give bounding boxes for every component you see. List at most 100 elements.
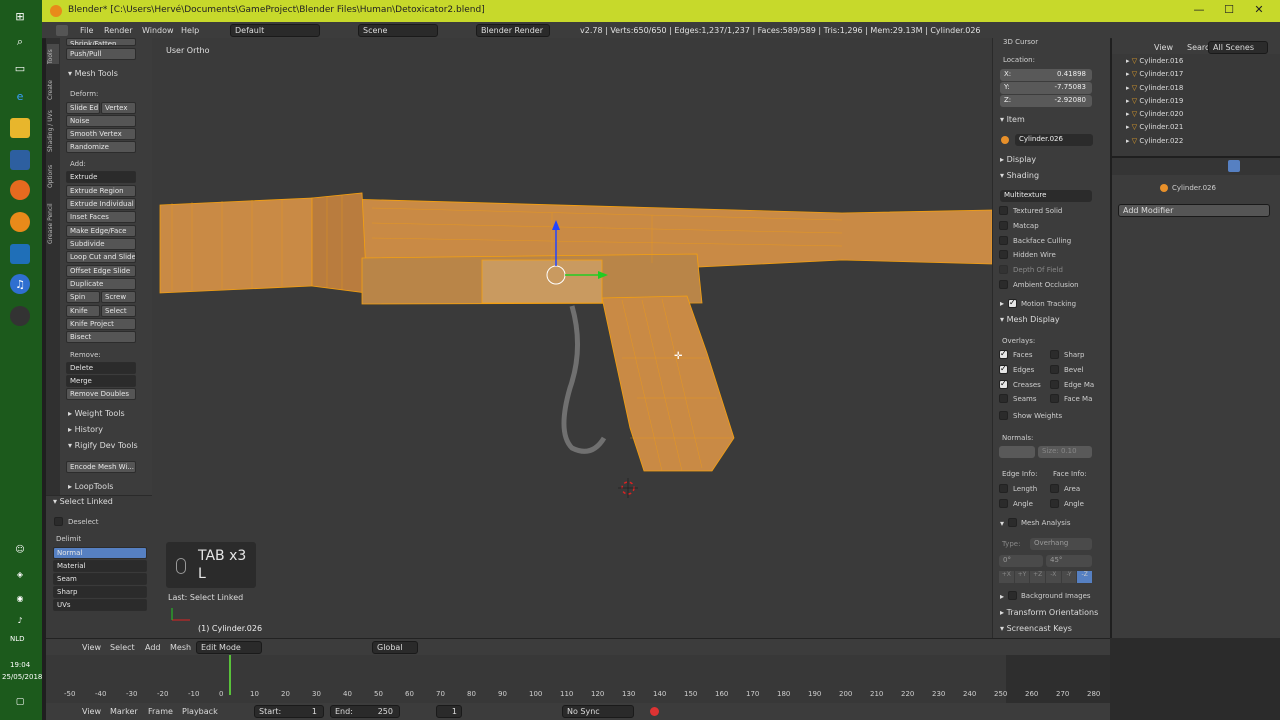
bisect-button[interactable]: Bisect	[66, 331, 136, 343]
hidden-wire-checkbox[interactable]	[999, 250, 1008, 259]
make-edge-face-button[interactable]: Make Edge/Face	[66, 225, 136, 237]
minimize-button[interactable]: —	[1184, 3, 1214, 19]
mesh-tools-header[interactable]: ▾ Mesh Tools	[68, 69, 118, 78]
close-button[interactable]: ✕	[1244, 3, 1274, 19]
scene-field[interactable]: Scene	[358, 24, 438, 37]
timeline-marker-menu[interactable]: Marker	[110, 707, 138, 716]
smooth-vertex-button[interactable]: Smooth Vertex	[66, 128, 136, 140]
screw-button[interactable]: Screw	[101, 291, 136, 303]
extrude-menu[interactable]: Extrude	[66, 171, 136, 183]
axis-nz-button[interactable]: -Z	[1077, 571, 1093, 583]
gun-mesh[interactable]: ✛	[152, 38, 992, 638]
menu-render[interactable]: Render	[104, 26, 132, 35]
modifier-tab-wrench-icon[interactable]	[1228, 160, 1240, 172]
looptools-panel[interactable]: ▸ LoopTools	[68, 482, 113, 491]
offset-edge-slide-button[interactable]: Offset Edge Slide	[66, 265, 136, 277]
select-linked-header[interactable]: ▾ Select Linked	[53, 497, 113, 506]
delimit-uvs[interactable]: UVs	[53, 599, 147, 611]
edge-browser-icon[interactable]: e	[10, 86, 30, 106]
list-item[interactable]: ▸ ▽ Cylinder.022	[1126, 137, 1276, 150]
inset-faces-button[interactable]: Inset Faces	[66, 211, 136, 223]
render-engine-select[interactable]: Blender Render	[476, 24, 550, 37]
axis-ny-button[interactable]: -Y	[1061, 571, 1077, 583]
tab-shading-uvs[interactable]: Shading / UVs	[47, 104, 59, 152]
outliner-view-menu[interactable]: View	[1154, 43, 1173, 52]
background-images-header[interactable]: ▸	[1000, 592, 1004, 601]
clock-time[interactable]: 19:04	[10, 661, 30, 669]
search-icon[interactable]: ⌕	[10, 32, 30, 52]
shading-header[interactable]: ▾ Shading	[1000, 171, 1039, 180]
mesh-analysis-header[interactable]: ▾	[1000, 519, 1004, 528]
menu-file[interactable]: File	[80, 26, 93, 35]
delimit-normal[interactable]: Normal	[53, 547, 147, 559]
cursor-z-field[interactable]: Z: -2.92080	[1000, 95, 1092, 107]
mesh-menu[interactable]: Mesh	[170, 643, 191, 652]
extrude-region-button[interactable]: Extrude Region	[66, 185, 136, 197]
tab-create[interactable]: Create	[47, 70, 59, 100]
bevel-checkbox[interactable]	[1050, 365, 1059, 374]
sync-mode-select[interactable]: No Sync	[562, 705, 634, 718]
properties-tabs[interactable]	[1112, 158, 1280, 175]
randomize-button[interactable]: Randomize	[66, 141, 136, 153]
list-item[interactable]: ▸ ▽ Cylinder.019	[1126, 97, 1276, 110]
screencast-keys-header[interactable]: ▾ Screencast Keys	[1000, 624, 1072, 633]
textured-solid-checkbox[interactable]	[999, 206, 1008, 215]
rigify-dev-panel[interactable]: ▾ Rigify Dev Tools	[68, 441, 138, 450]
delimit-material[interactable]: Material	[53, 560, 147, 572]
clock-date[interactable]: 25/05/2018	[2, 673, 42, 681]
tab-tools[interactable]: Tools	[47, 44, 59, 64]
delete-menu[interactable]: Delete	[66, 362, 136, 374]
creases-checkbox[interactable]	[999, 379, 1008, 389]
3d-viewport[interactable]: User Ortho ✛ TAB x3 L Last: Select Linke…	[152, 38, 992, 638]
notification-icon[interactable]: ▢	[10, 692, 30, 712]
file-explorer-icon[interactable]	[10, 118, 30, 138]
matcap-checkbox[interactable]	[999, 221, 1008, 230]
editor-type-icon[interactable]	[56, 25, 68, 36]
backface-culling-checkbox[interactable]	[999, 236, 1008, 245]
edge-marks-checkbox[interactable]	[1050, 380, 1059, 389]
analysis-type-select[interactable]: Overhang	[1030, 538, 1092, 550]
cursor-x-field[interactable]: X: 0.41898	[1000, 69, 1092, 81]
edge-angle-checkbox[interactable]	[999, 499, 1008, 508]
face-angle-checkbox[interactable]	[1050, 499, 1059, 508]
shading-mode-select[interactable]: Multitexture	[1000, 190, 1092, 202]
knife-select-button[interactable]: Select	[101, 305, 136, 317]
extrude-individual-button[interactable]: Extrude Individual	[66, 198, 136, 210]
knife-project-button[interactable]: Knife Project	[66, 318, 136, 330]
remove-doubles-button[interactable]: Remove Doubles	[66, 388, 136, 400]
start-frame-field[interactable]: Start: 1	[254, 705, 324, 718]
list-item[interactable]: ▸ ▽ Cylinder.016	[1126, 57, 1276, 70]
item-name-field[interactable]: Cylinder.026	[1015, 134, 1093, 146]
faces-checkbox[interactable]	[999, 349, 1008, 359]
sharp-checkbox[interactable]	[1050, 350, 1059, 359]
noise-button[interactable]: Noise	[66, 115, 136, 127]
delimit-seam[interactable]: Seam	[53, 573, 147, 585]
timeline-view-menu[interactable]: View	[82, 707, 101, 716]
history-panel[interactable]: ▸ History	[68, 425, 103, 434]
item-header[interactable]: ▾ Item	[1000, 115, 1025, 124]
tab-grease-pencil[interactable]: Grease Pencil	[47, 194, 59, 244]
timeline[interactable]	[46, 655, 1110, 703]
axis-pz-button[interactable]: +Z	[1030, 571, 1046, 583]
cursor-header[interactable]: 3D Cursor	[1003, 38, 1038, 46]
add-menu[interactable]: Add	[145, 643, 161, 652]
record-icon[interactable]	[650, 707, 659, 716]
menu-window[interactable]: Window	[142, 26, 174, 35]
edges-checkbox[interactable]	[999, 364, 1008, 374]
current-frame-field[interactable]: 1	[436, 705, 462, 718]
mesh-display-header[interactable]: ▾ Mesh Display	[1000, 315, 1060, 324]
background-images-checkbox[interactable]	[1008, 591, 1017, 600]
task-view-icon[interactable]: ▭	[10, 58, 30, 78]
interaction-mode-select[interactable]: Edit Mode	[196, 641, 262, 654]
input-language[interactable]: NLD	[10, 635, 25, 643]
analysis-max-field[interactable]: 45°	[1046, 555, 1092, 567]
mesh-analysis-checkbox[interactable]	[1008, 518, 1017, 527]
vertex-slide-button[interactable]: Vertex	[101, 102, 136, 114]
windows-start-icon[interactable]: ⊞	[10, 6, 30, 26]
slide-edge-button[interactable]: Slide Ed	[66, 102, 100, 114]
deselect-checkbox[interactable]	[54, 517, 63, 526]
merge-menu[interactable]: Merge	[66, 375, 136, 387]
normals-size-field[interactable]: Size: 0.10	[1038, 446, 1092, 458]
window-titlebar[interactable]: Blender* [C:\Users\Hervé\Documents\GameP…	[42, 0, 1280, 22]
weight-tools-panel[interactable]: ▸ Weight Tools	[68, 409, 125, 418]
